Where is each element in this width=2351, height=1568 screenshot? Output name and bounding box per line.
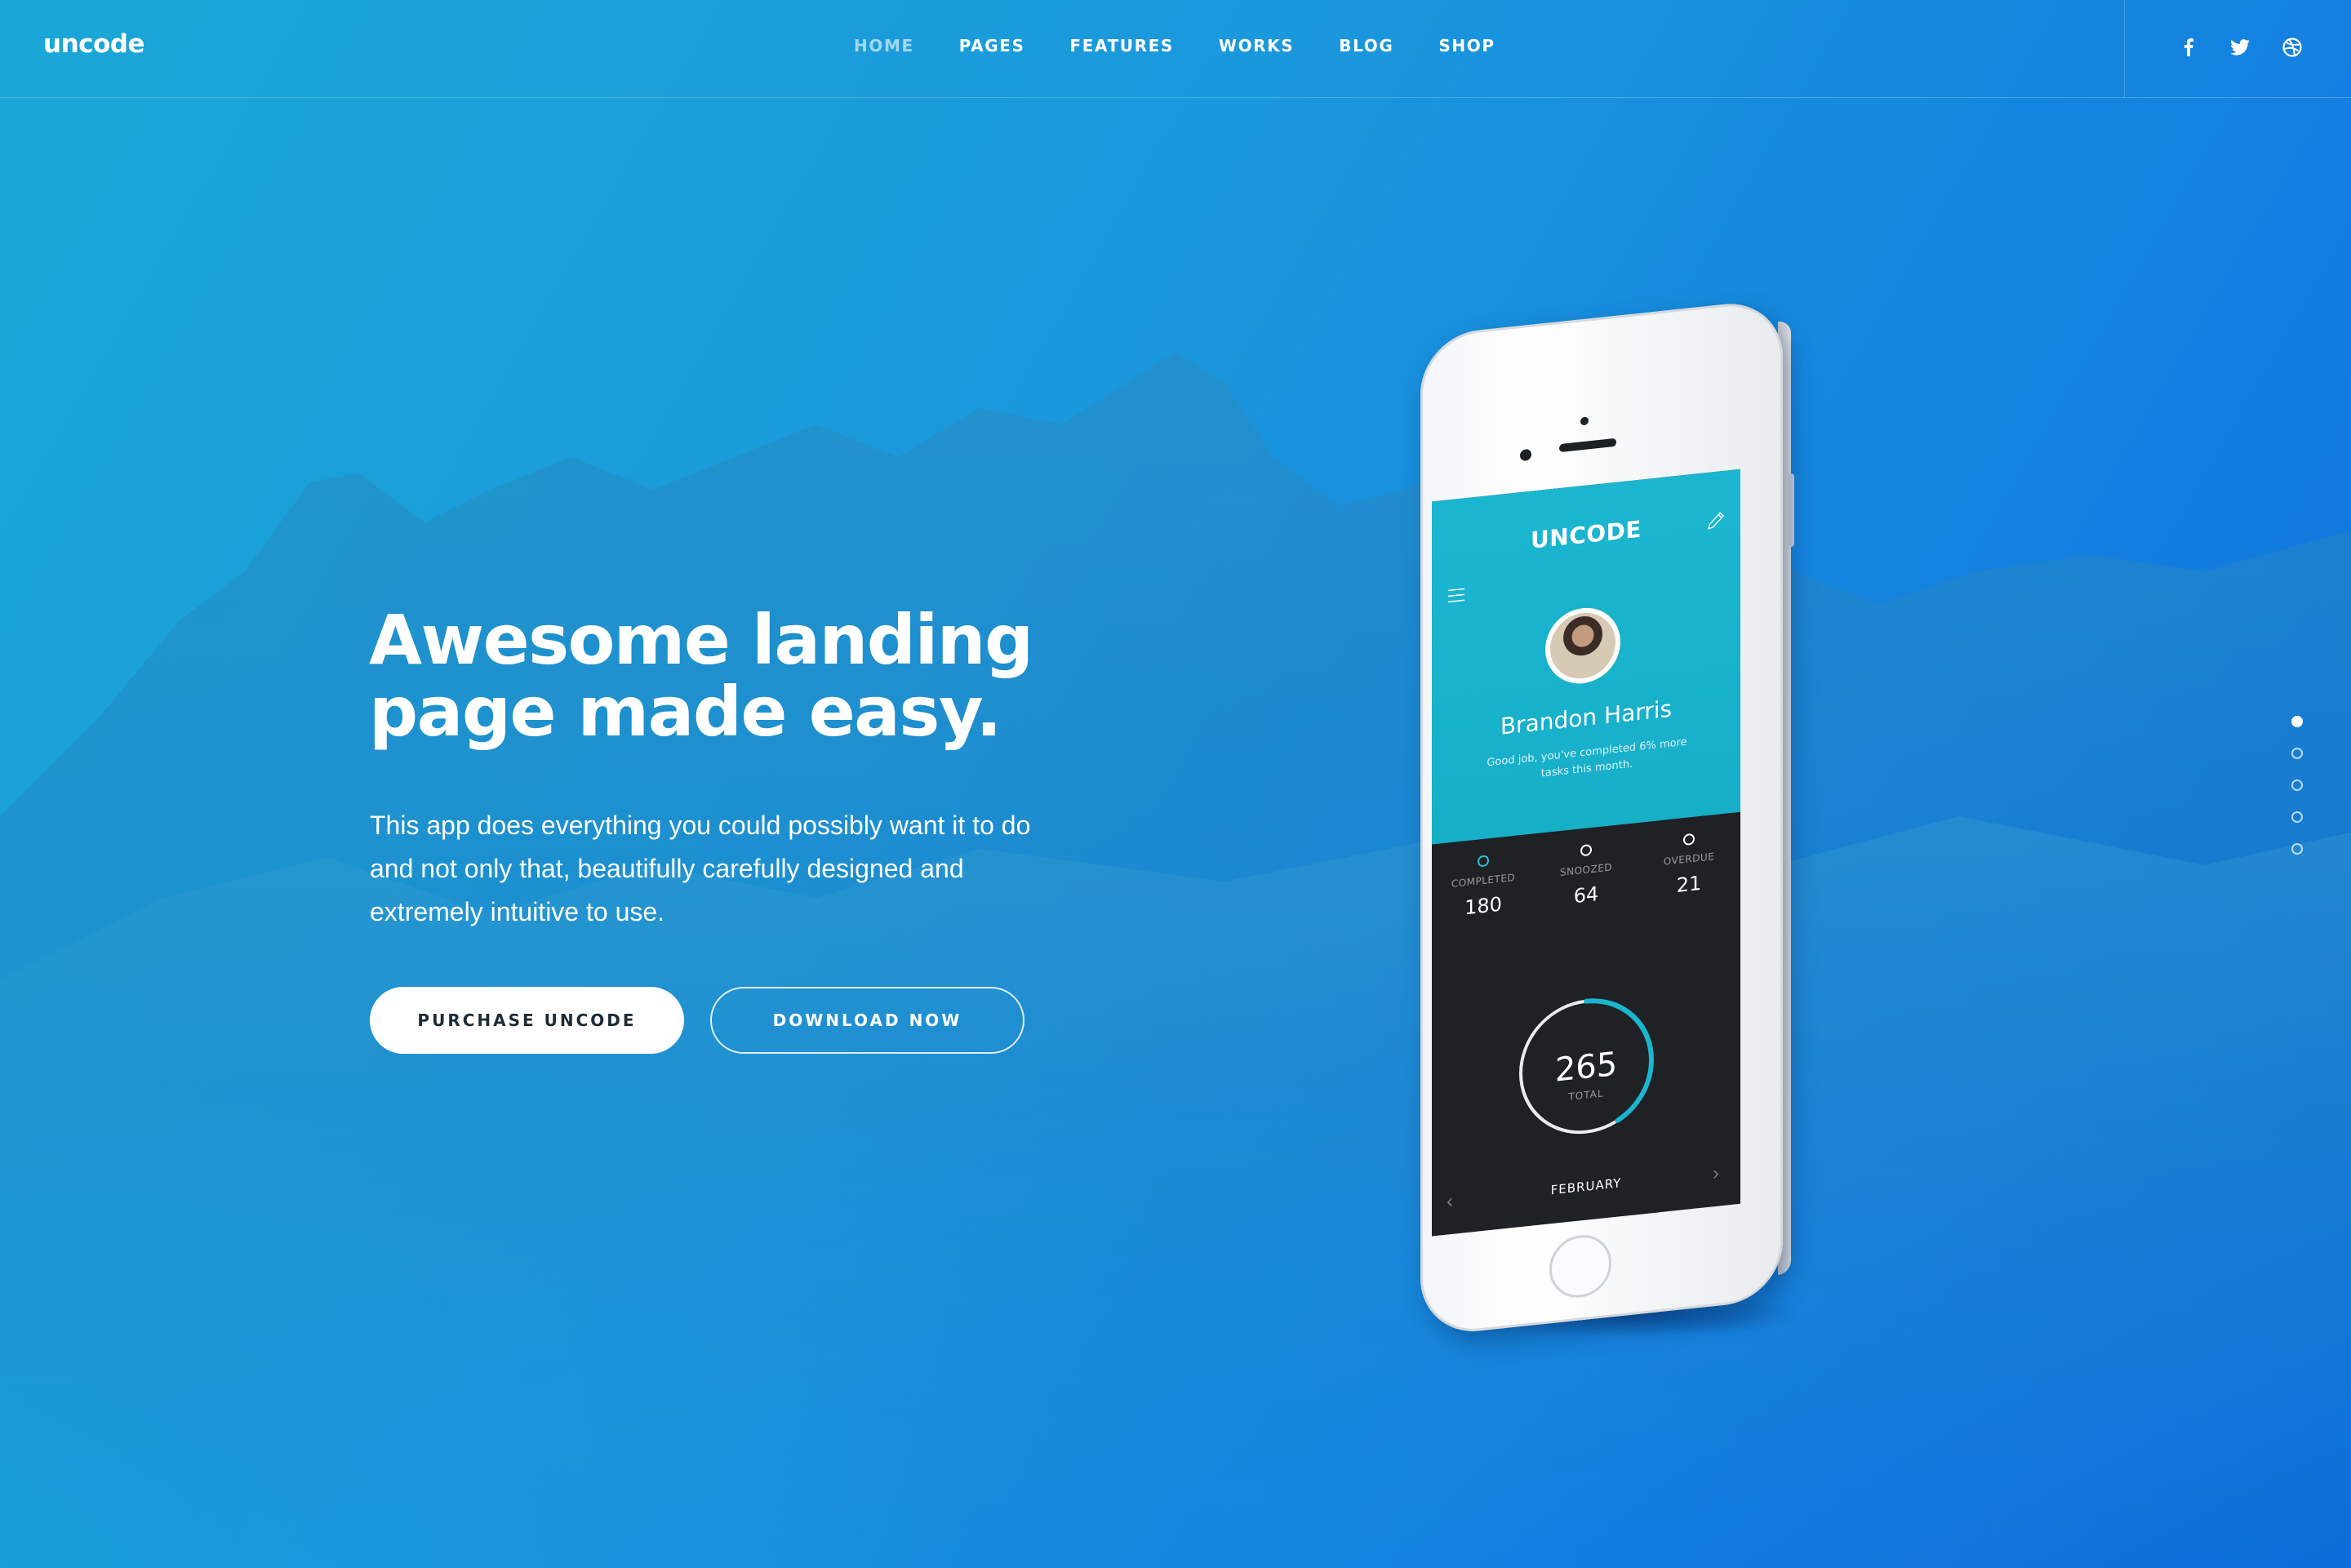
pagination-dot[interactable]	[2291, 748, 2303, 759]
facebook-icon[interactable]	[2177, 36, 2200, 59]
purchase-button[interactable]: PURCHASE UNCODE	[370, 987, 684, 1054]
avatar-photo	[1550, 609, 1615, 682]
task-stats: COMPLETED 180 SNOOZED 64 OVERDUE 21	[1432, 828, 1740, 923]
phone-speaker	[1559, 438, 1616, 453]
stat-label: COMPLETED	[1451, 871, 1516, 891]
home-button[interactable]	[1549, 1232, 1611, 1301]
stat-snoozed[interactable]: SNOOZED 64	[1541, 840, 1631, 912]
pagination-dot[interactable]	[2291, 780, 2303, 791]
mountain-background	[0, 351, 2351, 1568]
circle-icon	[1478, 855, 1489, 868]
dribbble-icon[interactable]	[2281, 36, 2304, 59]
stat-value: 180	[1464, 892, 1502, 920]
phone-screen: UNCODE Brandon Harris Good job, you've c…	[1432, 469, 1740, 1237]
hamburger-menu-icon[interactable]	[1448, 588, 1464, 606]
hero-title-line: Awesome landing	[369, 600, 1033, 680]
circle-icon	[1580, 843, 1592, 857]
hero-description-line: extremely intuitive to use.	[370, 897, 665, 926]
nav-features[interactable]: FEATURES	[1070, 36, 1174, 56]
pagination-dot[interactable]	[2291, 716, 2303, 727]
section-pagination	[2291, 716, 2303, 875]
hero-title: Awesome landing page made easy.	[369, 604, 1104, 748]
phone-body: UNCODE Brandon Harris Good job, you've c…	[1420, 298, 1783, 1337]
site-header: uncode HOME PAGES FEATURES WORKS BLOG SH…	[0, 0, 2351, 98]
nav-pages[interactable]: PAGES	[959, 36, 1025, 56]
proximity-sensor	[1580, 416, 1589, 426]
nav-home[interactable]: HOME	[854, 36, 914, 56]
circle-icon	[1683, 833, 1695, 846]
stat-value: 21	[1676, 871, 1702, 898]
chevron-right-icon[interactable]: ›	[1713, 1162, 1719, 1186]
stat-label: SNOOZED	[1559, 861, 1613, 879]
download-button[interactable]: DOWNLOAD NOW	[710, 987, 1024, 1054]
nav-shop[interactable]: SHOP	[1438, 36, 1495, 56]
stat-overdue[interactable]: OVERDUE 21	[1644, 829, 1734, 901]
logo[interactable]: uncode	[43, 29, 145, 59]
hero-title-line: page made easy.	[369, 672, 1002, 752]
nav-works[interactable]: WORKS	[1219, 36, 1294, 56]
phone-side-button	[1788, 473, 1794, 548]
pencil-icon[interactable]	[1706, 510, 1726, 536]
stat-value: 64	[1573, 882, 1599, 908]
month-label: FEBRUARY	[1550, 1175, 1622, 1198]
stat-label: OVERDUE	[1663, 851, 1715, 868]
hero-description-line: and not only that, beautifully carefully…	[370, 854, 964, 883]
twitter-icon[interactable]	[2229, 36, 2251, 59]
header-divider	[2124, 0, 2125, 98]
stat-completed[interactable]: COMPLETED 180	[1438, 851, 1528, 922]
nav-blog[interactable]: BLOG	[1339, 36, 1393, 56]
front-camera	[1520, 448, 1531, 462]
hero-description-line: This app does everything you could possi…	[370, 811, 1031, 840]
pagination-dot[interactable]	[2291, 811, 2303, 823]
hero-description: This app does everything you could possi…	[370, 804, 1104, 934]
main-nav: HOME PAGES FEATURES WORKS BLOG SHOP	[854, 36, 1540, 56]
phone-mockup: UNCODE Brandon Harris Good job, you've c…	[1420, 261, 1796, 1337]
pagination-dot[interactable]	[2291, 843, 2303, 855]
